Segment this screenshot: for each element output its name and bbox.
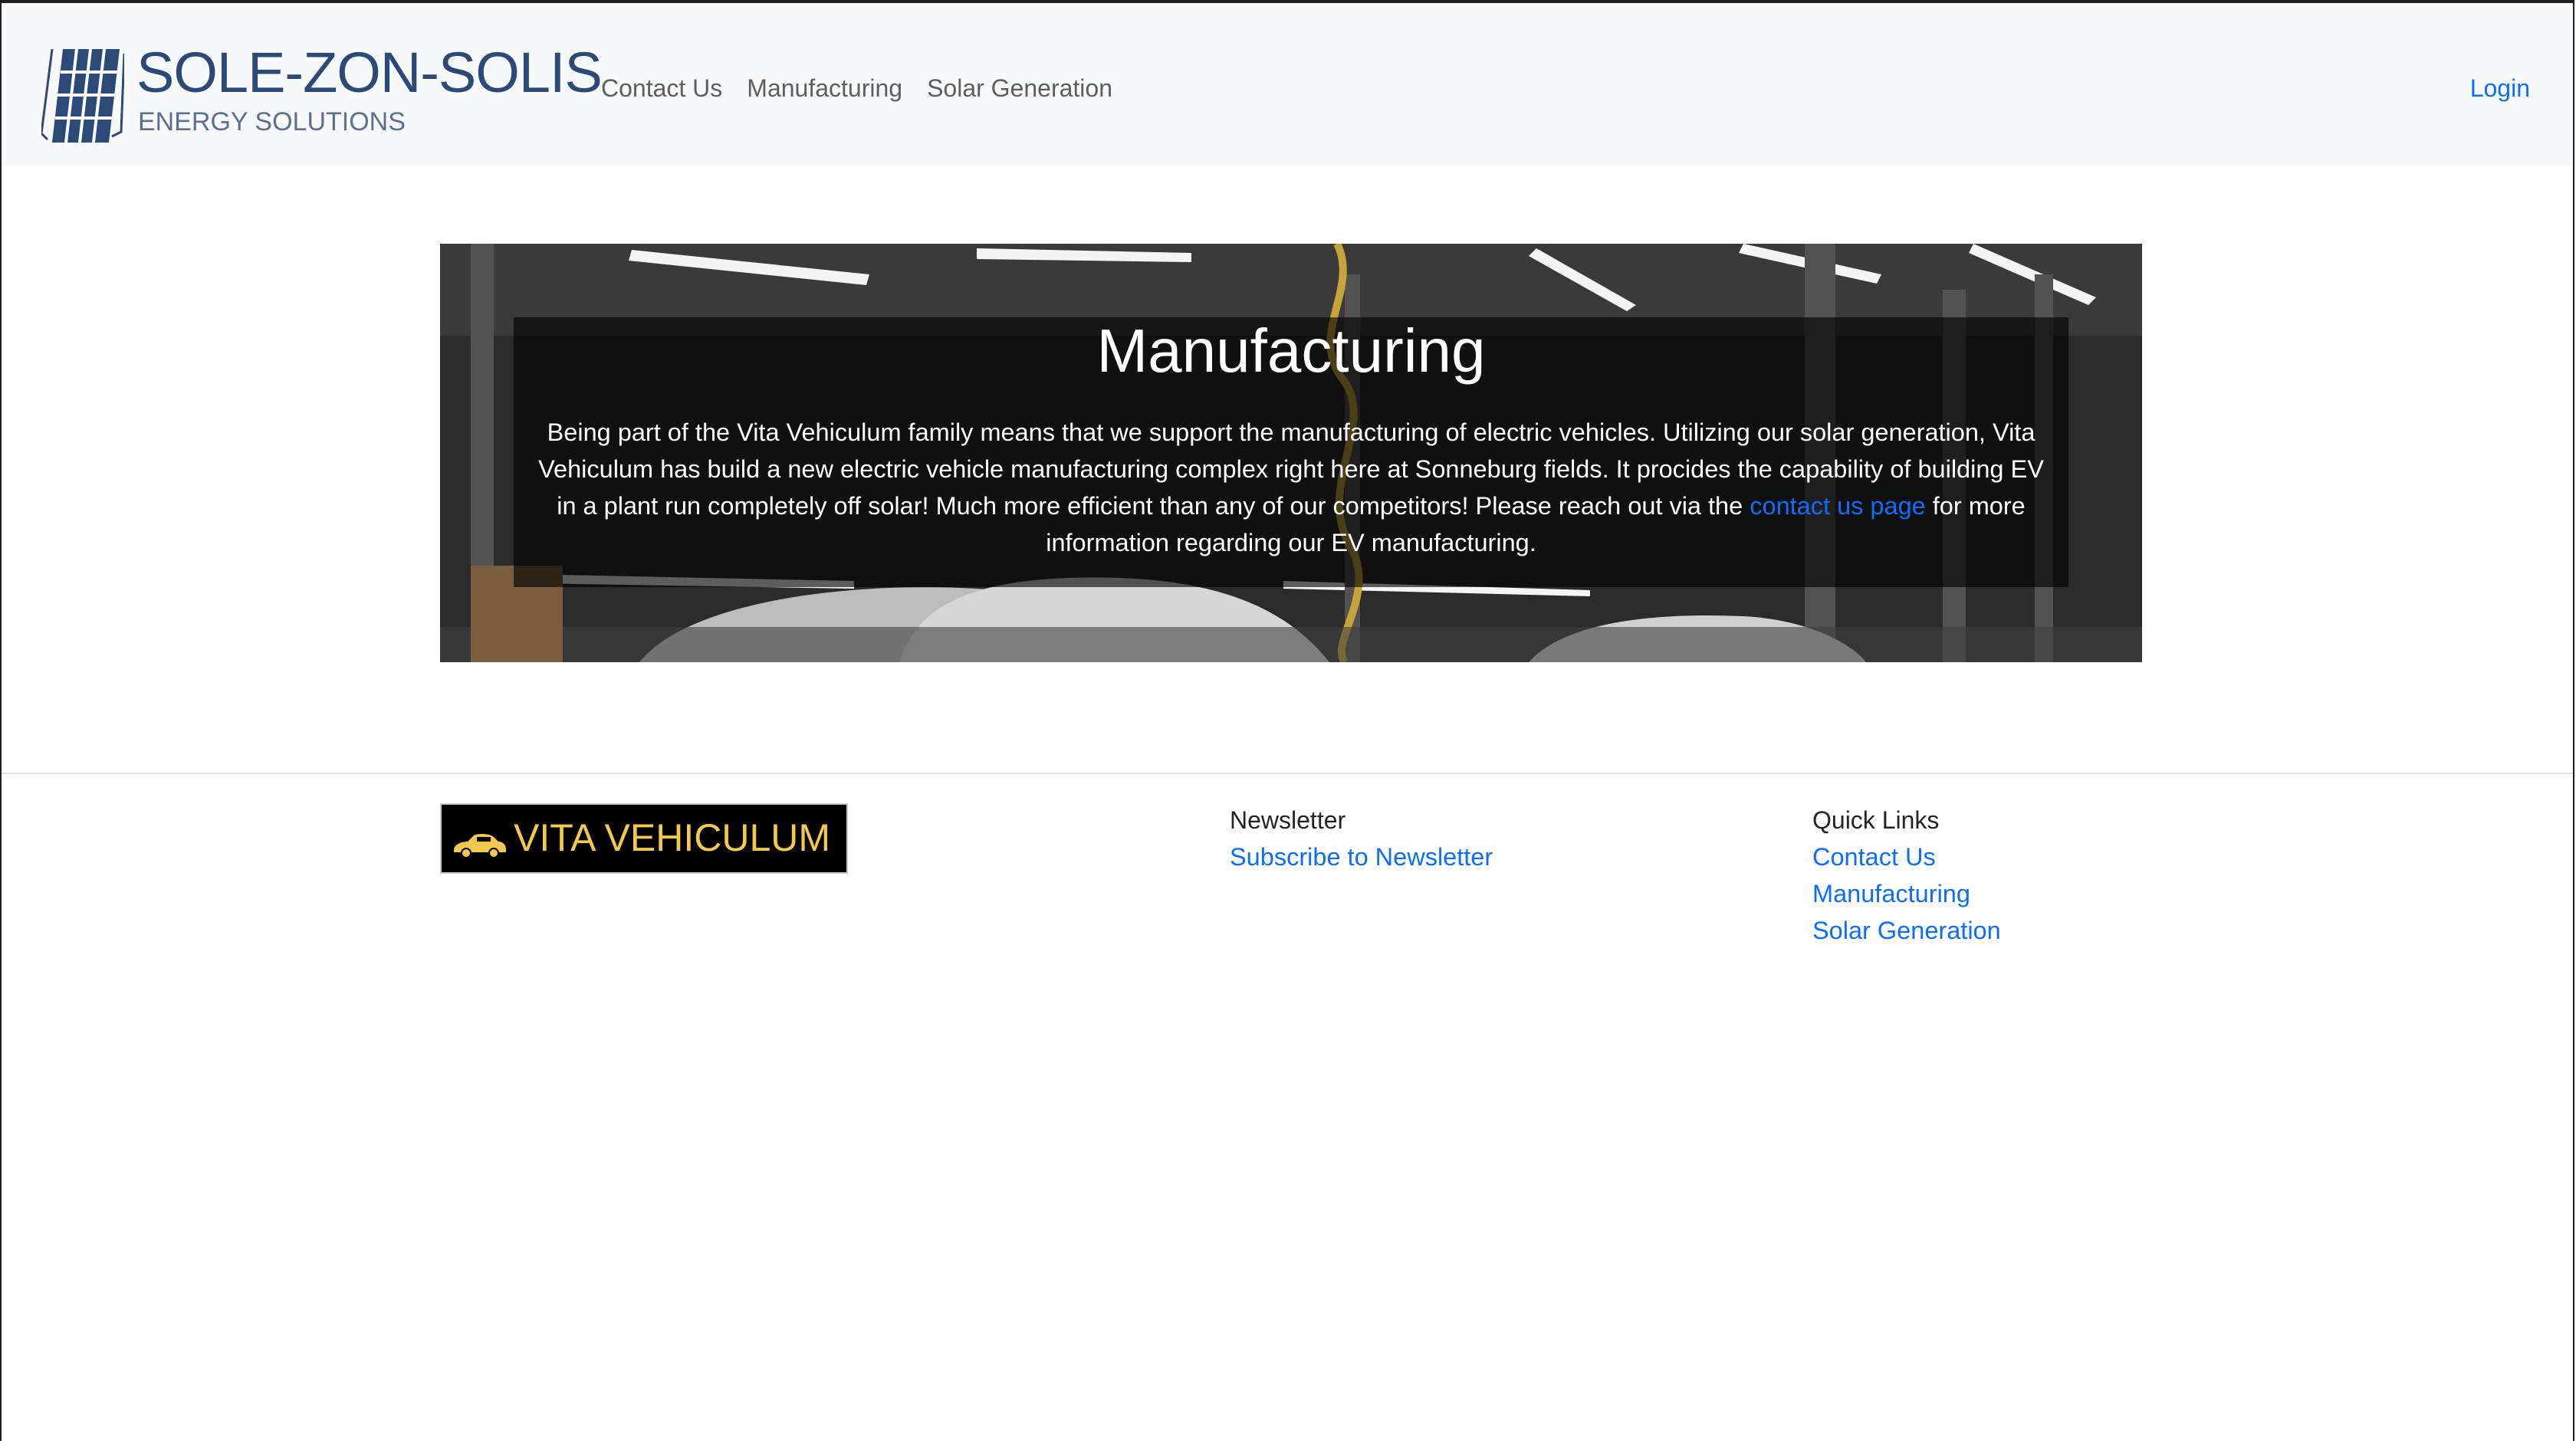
car-icon	[454, 833, 506, 858]
main-nav: Contact Us Manufacturing Solar Generatio…	[601, 69, 1112, 107]
quick-links-heading: Quick Links	[1812, 806, 1940, 834]
brand-subtitle: ENERGY SOLUTIONS	[138, 107, 406, 136]
subscribe-newsletter-link[interactable]: Subscribe to Newsletter	[1230, 839, 1493, 875]
vita-vehiculum-logo: VITA VEHICULUM	[440, 803, 848, 874]
newsletter-heading: Newsletter	[1230, 806, 1346, 834]
hero-banner: Manufacturing Being part of the Vita Veh…	[440, 244, 2142, 662]
footer-quick-links: Quick Links Contact Us Manufacturing Sol…	[1812, 802, 2001, 949]
brand-logo-link[interactable]: SOLE-ZON-SOLIS ENERGY SOLUTIONS	[41, 44, 603, 144]
footer-divider	[2, 773, 2573, 774]
footer-link-manufacturing[interactable]: Manufacturing	[1812, 875, 2001, 912]
nav-link-contact-us[interactable]: Contact Us	[601, 69, 722, 107]
solar-panel-icon	[41, 49, 124, 143]
brand-name: SOLE-ZON-SOLIS	[136, 41, 603, 104]
nav-link-manufacturing[interactable]: Manufacturing	[747, 69, 902, 107]
footer-link-contact-us[interactable]: Contact Us	[1812, 839, 2001, 875]
login-link[interactable]: Login	[2470, 69, 2530, 107]
footer-link-solar-generation[interactable]: Solar Generation	[1812, 912, 2001, 949]
navbar: SOLE-ZON-SOLIS ENERGY SOLUTIONS Contact …	[2, 3, 2573, 166]
footer-newsletter: Newsletter Subscribe to Newsletter	[1230, 802, 1493, 875]
page-title: Manufacturing	[1096, 317, 1486, 385]
page: SOLE-ZON-SOLIS ENERGY SOLUTIONS Contact …	[0, 0, 2574, 1441]
nav-link-solar-generation[interactable]: Solar Generation	[927, 69, 1112, 107]
contact-us-page-link[interactable]: contact us page	[1750, 492, 1925, 520]
hero-description: Being part of the Vita Vehiculum family …	[526, 414, 2056, 561]
vita-vehiculum-logo-text: VITA VEHICULUM	[514, 816, 831, 859]
